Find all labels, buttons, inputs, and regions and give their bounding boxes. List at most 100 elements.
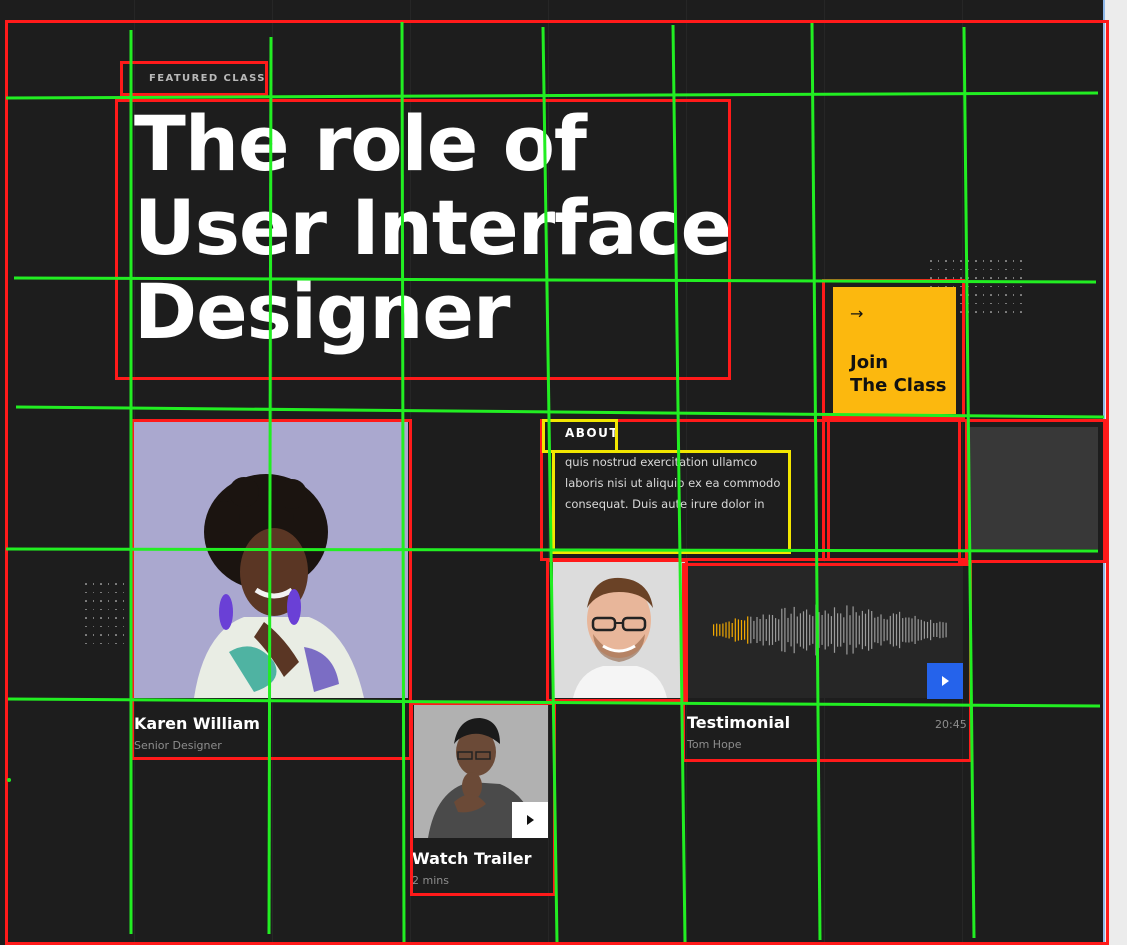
- waveform-bar: [802, 611, 805, 649]
- decoration-dot: [960, 260, 962, 262]
- waveform-graphic: [713, 604, 947, 656]
- play-testimonial-button[interactable]: [927, 663, 963, 699]
- decoration-dot: [990, 277, 992, 279]
- decoration-dot: [997, 268, 999, 270]
- decoration-dot: [960, 302, 962, 304]
- waveform-bar: [899, 611, 901, 649]
- waveform-bar: [725, 622, 727, 638]
- waveform-bar: [926, 621, 929, 639]
- decoration-dot: [115, 625, 117, 627]
- decoration-dot: [967, 294, 969, 296]
- decoration-dot: [975, 294, 977, 296]
- decoration-dot: [990, 302, 992, 304]
- decoration-dot: [930, 277, 932, 279]
- decoration-dot: [100, 608, 102, 610]
- decoration-dot: [100, 625, 102, 627]
- decoration-dot: [997, 285, 999, 287]
- right-gutter: [1103, 0, 1127, 945]
- decoration-dot: [982, 285, 984, 287]
- page-title: The role of User Interface Designer: [134, 99, 732, 356]
- decoration-dot: [85, 634, 87, 636]
- decoration-dot: [92, 583, 94, 585]
- decoration-dot: [982, 277, 984, 279]
- waveform-bar: [911, 618, 913, 642]
- decoration-dot: [115, 591, 117, 593]
- decoration-dot: [960, 277, 962, 279]
- decoration-dot: [1020, 302, 1022, 304]
- decoration-dot: [952, 277, 954, 279]
- waveform-bar: [790, 613, 792, 647]
- waveform-bar: [740, 620, 743, 640]
- waveform-bar: [880, 614, 882, 646]
- decoration-dot: [122, 608, 124, 610]
- decoration-dot: [115, 634, 117, 636]
- waveform-bar: [923, 621, 925, 639]
- grid-column-line: [962, 0, 963, 945]
- waveform-bar: [796, 616, 798, 644]
- decoration-dot: [122, 642, 124, 644]
- decoration-dot: [975, 285, 977, 287]
- waveform-bar: [759, 619, 761, 642]
- waveform-bar: [787, 617, 789, 643]
- decoration-dot: [945, 268, 947, 270]
- decoration-dot: [85, 600, 87, 602]
- join-class-button[interactable]: → Join The Class: [833, 287, 956, 414]
- decoration-dot: [967, 285, 969, 287]
- waveform-bar: [868, 609, 870, 651]
- play-icon: [942, 676, 949, 686]
- decoration-dot: [1020, 268, 1022, 270]
- profile-name: Karen William: [134, 714, 260, 733]
- decoration-dot: [1020, 260, 1022, 262]
- waveform-bar: [812, 616, 814, 644]
- join-class-label: Join The Class: [850, 352, 947, 396]
- waveform-bar: [914, 615, 916, 644]
- decoration-dot: [122, 591, 124, 593]
- waveform-bar: [849, 615, 851, 645]
- audio-waveform[interactable]: [687, 562, 963, 698]
- waveform-bar: [889, 615, 891, 645]
- waveform-bar: [778, 619, 780, 641]
- waveform-bar: [942, 622, 944, 638]
- play-trailer-button[interactable]: [512, 802, 548, 838]
- decoration-dot: [960, 294, 962, 296]
- decoration-dot: [85, 583, 87, 585]
- decoration-dot: [1012, 302, 1014, 304]
- decoration-dot: [107, 591, 109, 593]
- decoration-dot: [107, 617, 109, 619]
- testimonial-photo: [553, 562, 686, 698]
- waveform-bar: [920, 619, 922, 641]
- waveform-bar: [827, 613, 829, 647]
- waveform-bar: [713, 624, 715, 636]
- waveform-bar: [762, 614, 764, 646]
- decoration-dot: [100, 634, 102, 636]
- waveform-bar: [722, 623, 724, 637]
- decoration-dot: [100, 600, 102, 602]
- decoration-dot: [85, 608, 87, 610]
- testimonial-author: Tom Hope: [687, 738, 742, 751]
- decoration-dot: [107, 583, 109, 585]
- waveform-bar: [917, 619, 919, 641]
- waveform-bar: [895, 614, 898, 646]
- waveform-bar: [877, 616, 879, 644]
- waveform-bar: [886, 619, 888, 641]
- waveform-bar: [824, 610, 826, 650]
- woman-portrait-image: [134, 422, 408, 698]
- annotation-box: [822, 419, 968, 561]
- waveform-bar: [883, 618, 885, 642]
- decoration-dot: [997, 260, 999, 262]
- grid-column-line: [824, 0, 825, 945]
- waveform-bar: [833, 607, 836, 653]
- decoration-dot: [960, 311, 962, 313]
- decoration-dot: [975, 311, 977, 313]
- waveform-bar: [799, 613, 801, 647]
- waveform-bar: [728, 621, 730, 639]
- about-heading: ABOUT: [565, 426, 620, 440]
- decoration-dot: [1005, 268, 1007, 270]
- waveform-bar: [716, 623, 718, 637]
- decoration-dot: [100, 583, 102, 585]
- decoration-dot: [1012, 268, 1014, 270]
- decoration-dot: [122, 583, 124, 585]
- audio-duration: 20:45: [935, 718, 967, 731]
- featured-class-eyebrow: FEATURED CLASS: [149, 73, 266, 84]
- decoration-dot: [1005, 311, 1007, 313]
